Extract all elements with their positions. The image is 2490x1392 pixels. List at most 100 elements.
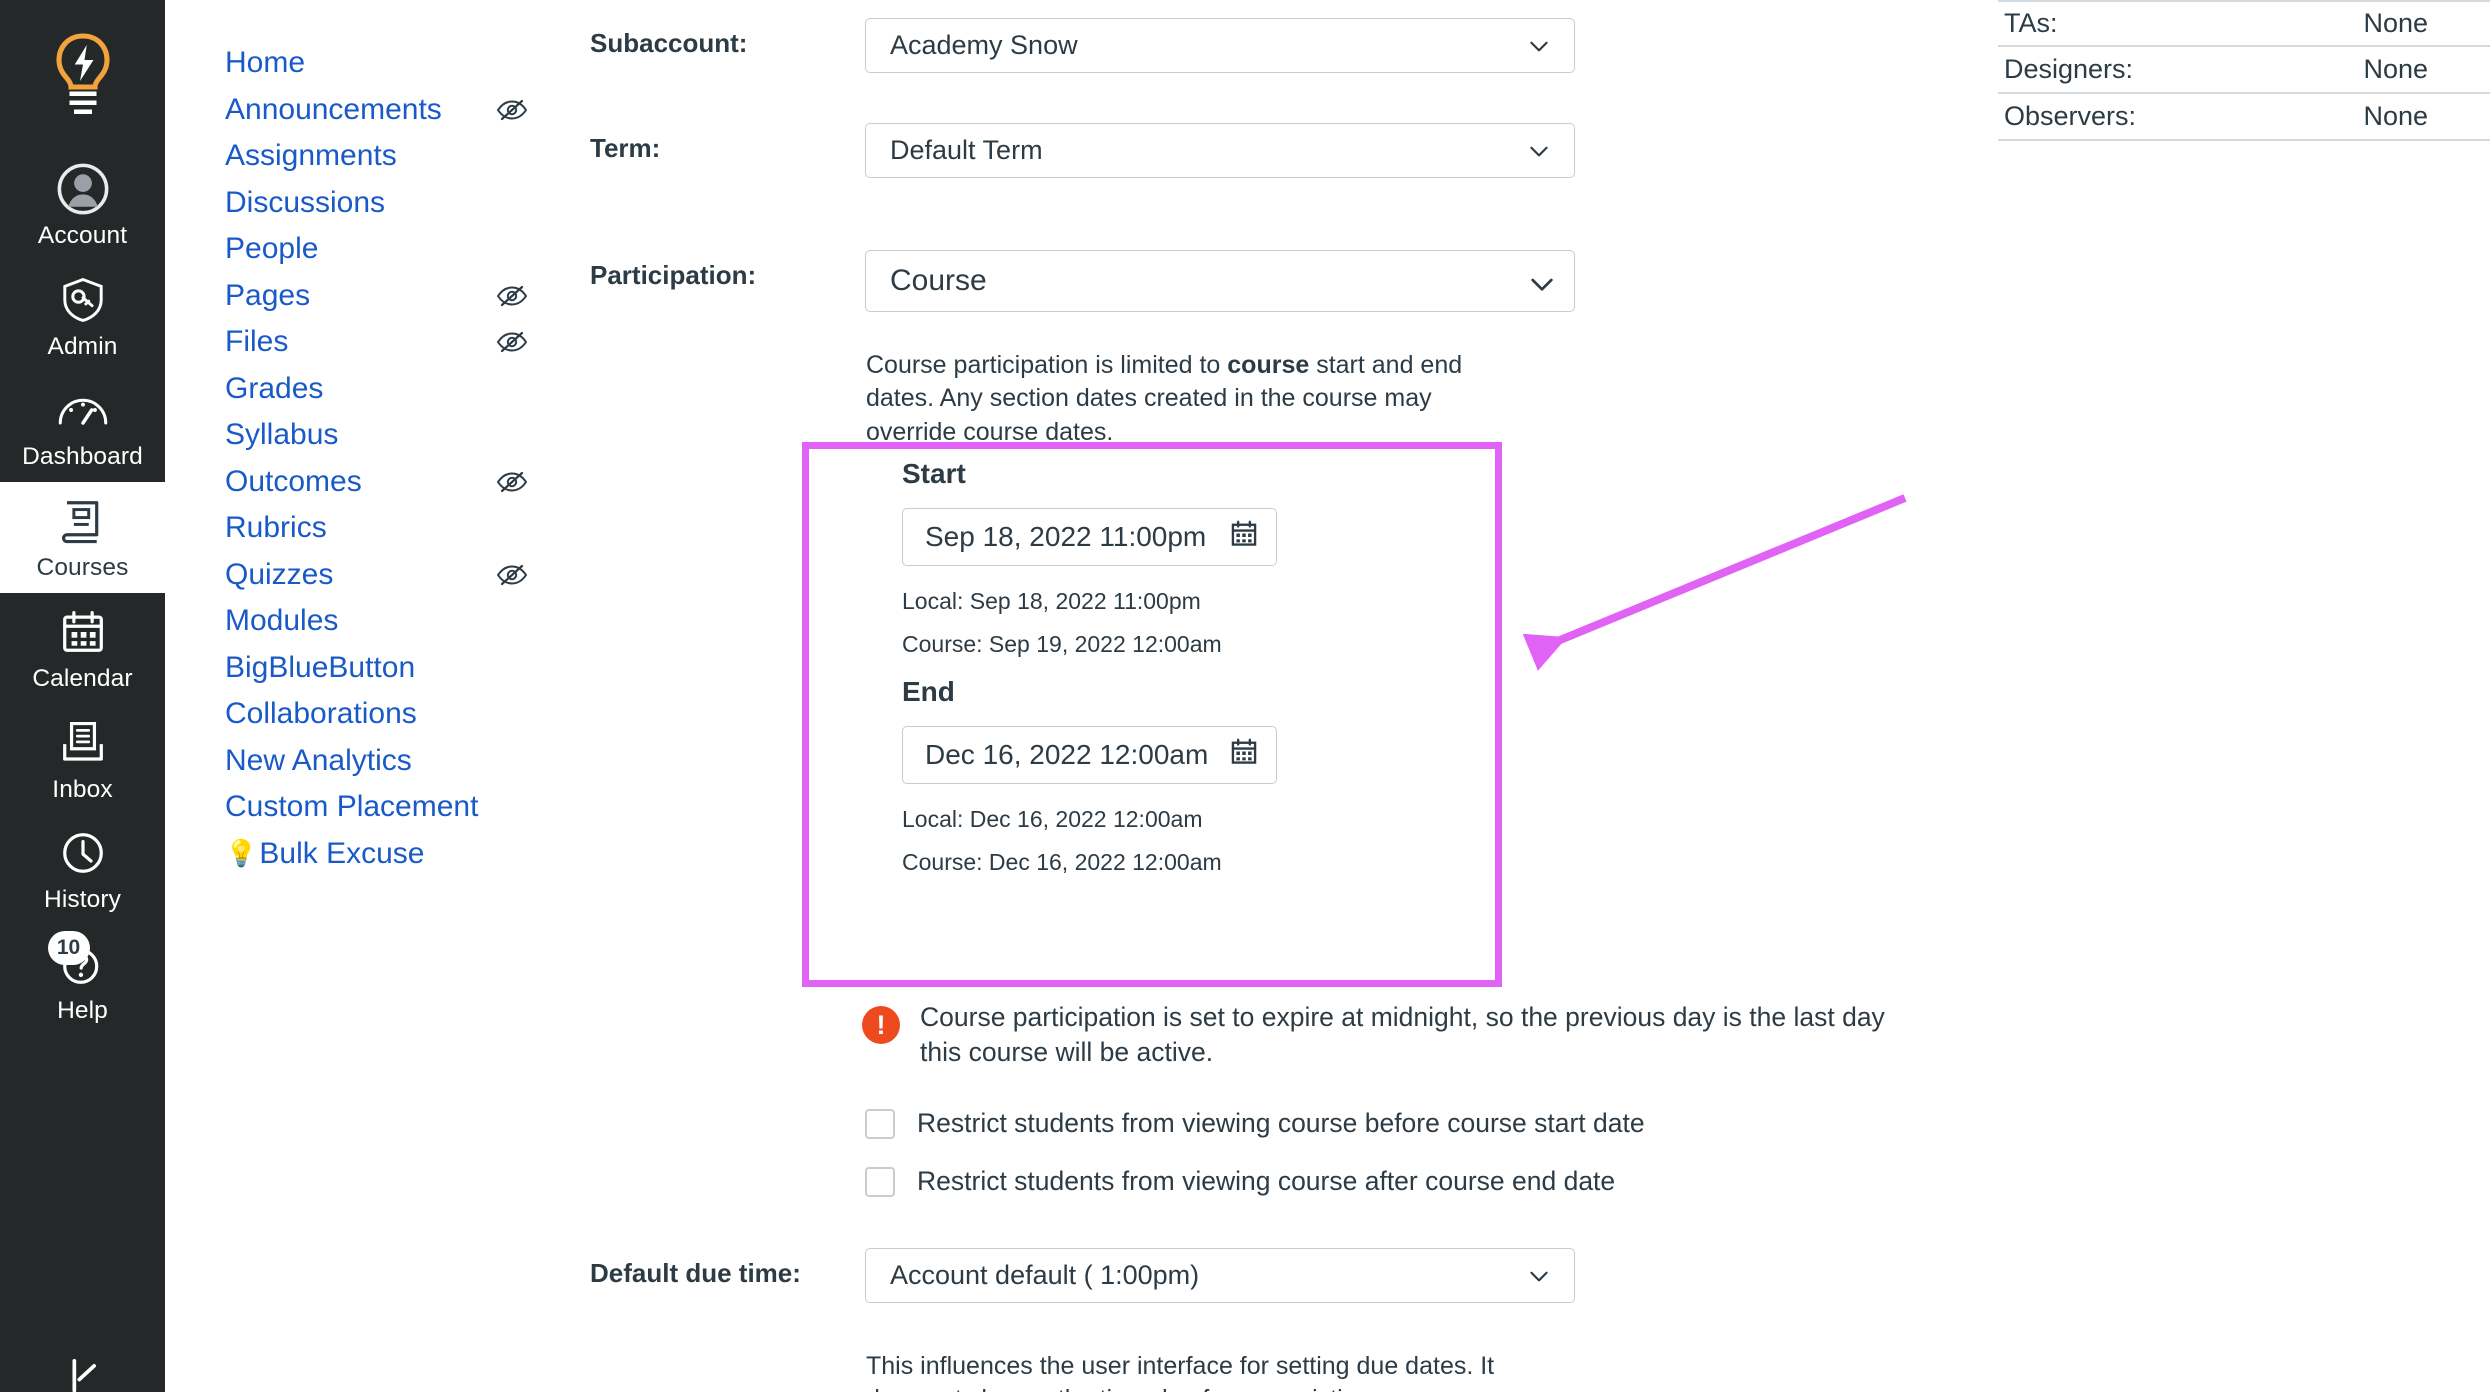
restrict-after-end-label: Restrict students from viewing course af… [917, 1166, 1616, 1196]
lightbulb-emoji-icon: 💡 [225, 838, 258, 869]
course-nav-label: BigBlueButton [225, 650, 416, 684]
chevron-down-icon [1526, 33, 1552, 59]
field-row-default-due-time: Default due time: Account default ( 1:00… [590, 1248, 1575, 1303]
hidden-eye-icon [496, 470, 528, 494]
end-local-time: Local: Dec 16, 2022 12:00am [902, 806, 1203, 832]
canvas-course-settings-screen: Account Admin Dashboard Courses Calendar… [0, 0, 2490, 1392]
course-nav-label: Rubrics [225, 511, 327, 545]
course-nav-item-quizzes[interactable]: Quizzes [165, 552, 590, 599]
course-nav-item-people[interactable]: People [165, 226, 590, 273]
course-nav-item-assignments[interactable]: Assignments [165, 133, 590, 180]
calendar-icon [54, 603, 112, 661]
global-nav-label: Help [57, 997, 108, 1025]
hidden-eye-icon [496, 563, 528, 587]
course-nav-label: Custom Placement [225, 790, 479, 824]
global-nav-item-inbox[interactable]: Inbox [0, 704, 165, 815]
field-row-term: Term: Default Term [590, 123, 1575, 178]
tas-label: TAs: [2004, 8, 2058, 38]
end-date-input[interactable]: Dec 16, 2022 12:00am [902, 726, 1277, 784]
course-nav-item-custom-placement[interactable]: Custom Placement [165, 784, 590, 831]
course-nav-label: Grades [225, 371, 324, 405]
restrict-before-start-checkbox[interactable] [865, 1108, 895, 1139]
course-nav-label: New Analytics [225, 743, 412, 777]
course-nav-label: Files [225, 325, 289, 359]
course-dates-block: Start Sep 18, 2022 11:00pm Local: Sep 18… [902, 458, 1277, 876]
calendar-picker-icon[interactable] [1230, 738, 1258, 773]
chevron-down-icon [1526, 268, 1553, 294]
course-nav-label: Modules [225, 604, 339, 638]
course-nav-label: People [225, 232, 319, 266]
global-nav-label: History [44, 886, 121, 914]
hidden-eye-icon [496, 330, 528, 354]
end-course-time: Course: Dec 16, 2022 12:00am [902, 849, 1222, 875]
course-nav-item-bulk-excuse[interactable]: 💡 Bulk Excuse [165, 831, 590, 878]
term-label: Term: [590, 133, 661, 163]
collapse-arrow-icon[interactable] [0, 1358, 165, 1392]
question-bubble-icon: 10 [47, 931, 112, 993]
tas-value: None [2363, 8, 2428, 38]
designers-label: Designers: [2004, 54, 2134, 84]
subaccount-label: Subaccount: [590, 28, 748, 58]
field-row-participation: Participation: Course [590, 250, 1575, 312]
course-nav-item-files[interactable]: Files [165, 319, 590, 366]
inbox-tray-icon [54, 714, 112, 772]
designers-value: None [2363, 54, 2428, 84]
term-select[interactable]: Default Term [865, 123, 1575, 178]
roles-row-designers: Designers: None [1998, 47, 2490, 94]
global-nav-label: Dashboard [22, 443, 143, 471]
subaccount-select[interactable]: Academy Snow [865, 18, 1575, 73]
course-nav-item-grades[interactable]: Grades [165, 366, 590, 413]
restrict-after-end-row[interactable]: Restrict students from viewing course af… [865, 1166, 1615, 1197]
course-nav-item-syllabus[interactable]: Syllabus [165, 412, 590, 459]
course-nav-item-modules[interactable]: Modules [165, 598, 590, 645]
course-nav-item-new-analytics[interactable]: New Analytics [165, 738, 590, 785]
global-nav-label: Inbox [52, 775, 113, 803]
help-badge-count: 10 [47, 931, 90, 966]
global-nav-item-courses[interactable]: Courses [0, 482, 165, 593]
course-nav-label: Quizzes [225, 557, 334, 591]
term-value: Default Term [890, 135, 1043, 165]
participation-select[interactable]: Course [865, 250, 1575, 312]
default-due-time-value: Account default ( 1:00pm) [890, 1260, 1200, 1290]
course-settings-form: Subaccount: Academy Snow Term: Default T… [590, 0, 1960, 1392]
course-nav-item-pages[interactable]: Pages [165, 273, 590, 320]
hidden-eye-icon [496, 284, 528, 308]
course-nav-label: Collaborations [225, 697, 417, 731]
course-nav-item-rubrics[interactable]: Rubrics [165, 505, 590, 552]
global-nav-item-calendar[interactable]: Calendar [0, 593, 165, 704]
end-heading: End [902, 676, 955, 707]
global-nav-item-account[interactable]: Account [0, 150, 165, 261]
course-nav-item-discussions[interactable]: Discussions [165, 180, 590, 227]
observers-label: Observers: [2004, 101, 2137, 131]
default-due-time-help: This influences the user interface for s… [866, 1352, 1495, 1392]
calendar-picker-icon[interactable] [1230, 520, 1258, 555]
start-heading: Start [902, 458, 966, 489]
global-nav-item-dashboard[interactable]: Dashboard [0, 371, 165, 482]
hidden-eye-icon [496, 98, 528, 122]
clock-icon [54, 824, 112, 882]
global-nav-label: Admin [47, 332, 118, 360]
warning-exclamation-icon: ! [862, 1006, 900, 1044]
restrict-after-end-checkbox[interactable] [865, 1166, 895, 1197]
course-nav-label: Assignments [225, 139, 397, 173]
default-due-time-select[interactable]: Account default ( 1:00pm) [865, 1248, 1575, 1303]
global-nav-item-help[interactable]: 10 Help [0, 925, 165, 1036]
chevron-down-icon [1526, 1263, 1552, 1289]
course-nav-item-home[interactable]: Home [165, 40, 590, 87]
observers-value: None [2363, 101, 2428, 131]
global-nav-item-admin[interactable]: Admin [0, 261, 165, 372]
course-nav-item-bigbluebutton[interactable]: BigBlueButton [165, 645, 590, 692]
participation-help-prefix: Course participation is limited to [866, 351, 1228, 379]
course-nav-item-announcements[interactable]: Announcements [165, 87, 590, 134]
course-nav-item-collaborations[interactable]: Collaborations [165, 691, 590, 738]
course-nav-item-outcomes[interactable]: Outcomes [165, 459, 590, 506]
lightbulb-logo-icon[interactable] [0, 0, 165, 150]
global-nav-label: Courses [36, 554, 129, 582]
user-avatar-icon [54, 160, 112, 218]
global-nav-item-history[interactable]: History [0, 814, 165, 925]
course-nav-label: Bulk Excuse [259, 836, 425, 870]
restrict-before-start-row[interactable]: Restrict students from viewing course be… [865, 1108, 1645, 1139]
participation-value: Course [890, 264, 987, 297]
start-date-input[interactable]: Sep 18, 2022 11:00pm [902, 508, 1277, 566]
participation-expiry-warning: ! Course participation is set to expire … [862, 1000, 1930, 1070]
